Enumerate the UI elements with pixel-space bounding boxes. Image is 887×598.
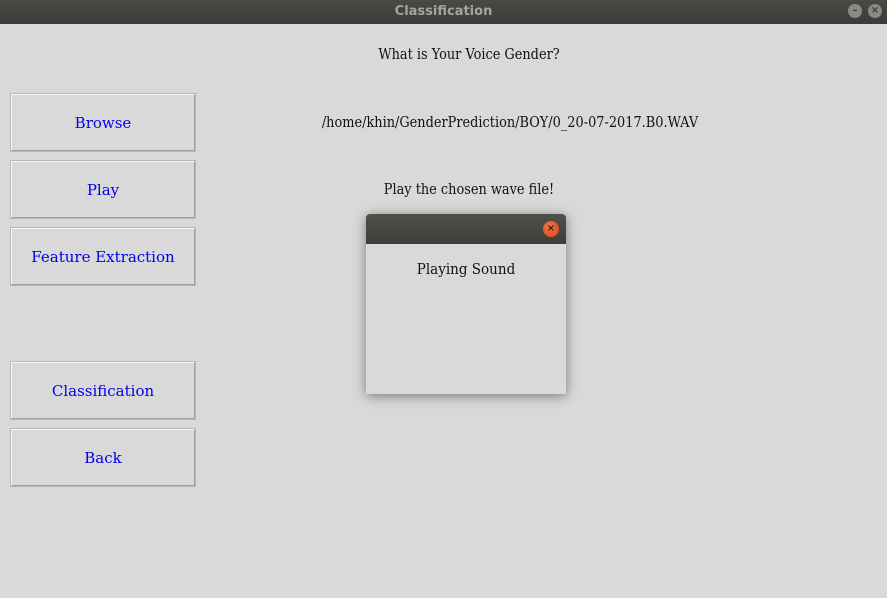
dialog-close-icon[interactable]: × [543, 221, 559, 237]
question-label: What is Your Voice Gender? [378, 45, 560, 63]
minimize-icon[interactable]: – [848, 4, 862, 18]
play-hint-label: Play the chosen wave file! [383, 180, 555, 198]
window-titlebar[interactable]: Classification – × [0, 0, 887, 24]
window-title: Classification [394, 4, 493, 19]
dialog-titlebar[interactable]: × [366, 214, 566, 244]
app-window: Classification – × Browse Play Feature E… [0, 0, 887, 598]
back-button[interactable]: Back [11, 429, 195, 486]
classification-button[interactable]: Classification [11, 362, 195, 419]
playing-sound-dialog: × Playing Sound [366, 214, 566, 394]
feature-extraction-button[interactable]: Feature Extraction [11, 228, 195, 285]
play-button[interactable]: Play [11, 161, 195, 218]
browse-button[interactable]: Browse [11, 94, 195, 151]
file-path-label: /home/khin/GenderPrediction/BOY/0_20-07-… [321, 113, 699, 131]
dialog-message: Playing Sound [416, 260, 516, 278]
close-icon[interactable]: × [868, 4, 882, 18]
